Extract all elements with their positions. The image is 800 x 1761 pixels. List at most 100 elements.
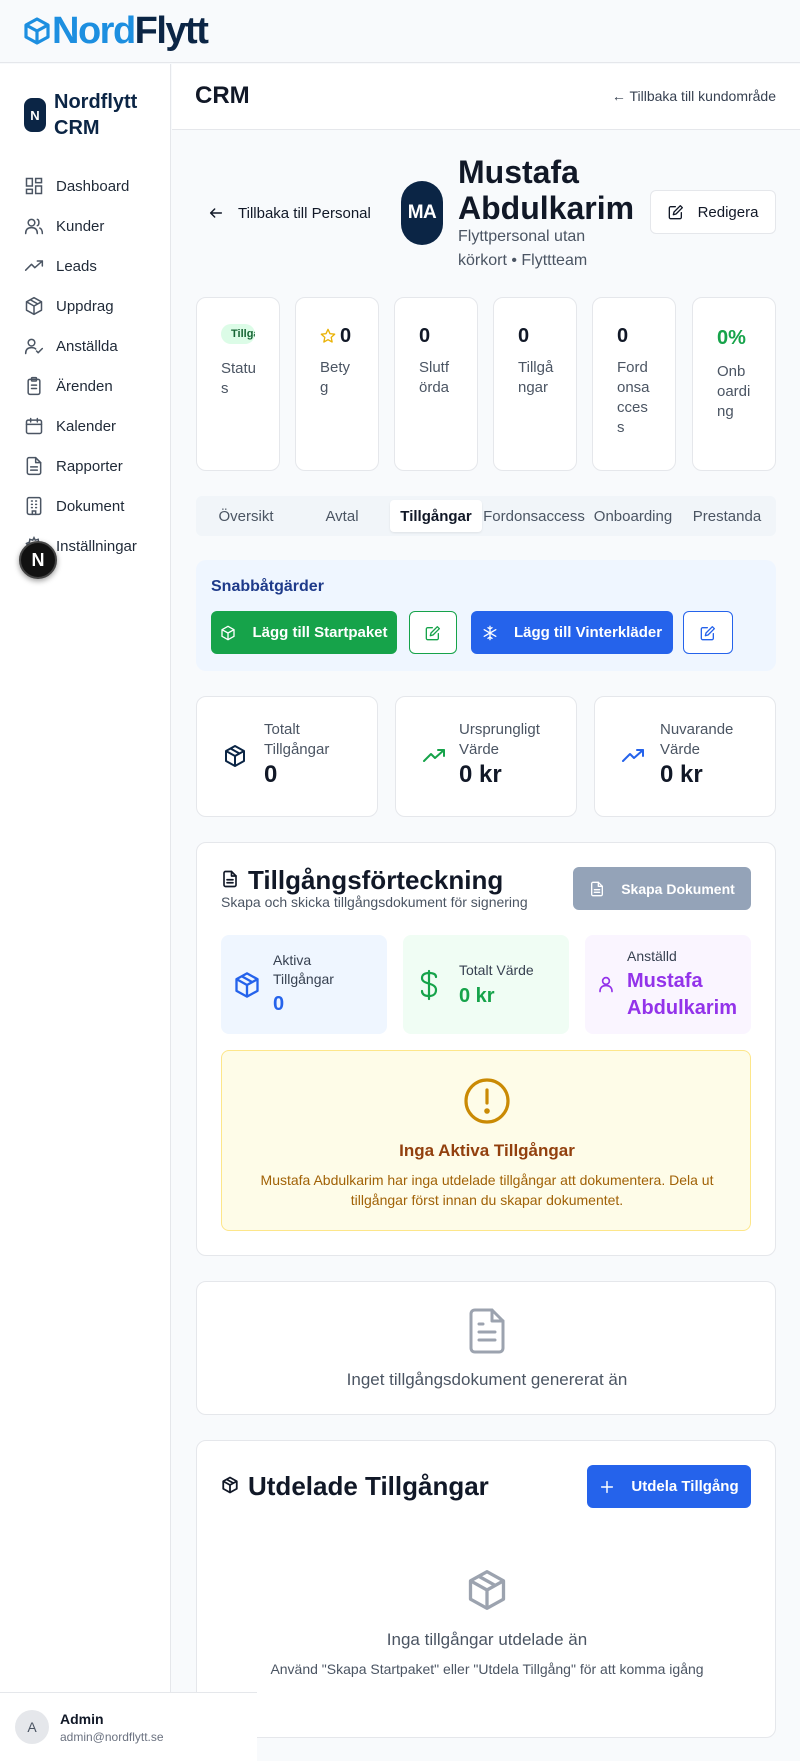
stat-label: Onboarding bbox=[717, 363, 751, 420]
stat-value: 0 bbox=[419, 325, 431, 347]
trending-up-icon bbox=[24, 260, 44, 271]
tab-bar: Översikt Avtal Tillgångar Fordonsaccess … bbox=[196, 496, 776, 536]
sidebar-item-label: Kunder bbox=[56, 217, 105, 235]
sidebar-item-leads[interactable]: Leads bbox=[24, 246, 137, 286]
sidebar-item-dokument[interactable]: Dokument bbox=[24, 486, 137, 526]
tab-fordonsaccess[interactable]: Fordonsaccess bbox=[483, 500, 585, 532]
tab-tillgangar[interactable]: Tillgångar bbox=[390, 500, 482, 532]
employee-value: Mustafa Abdulkarim bbox=[627, 970, 738, 1019]
sidebar-item-label: Rapporter bbox=[56, 457, 123, 475]
user-icon bbox=[599, 976, 613, 993]
edit-label: Redigera bbox=[697, 203, 759, 221]
summary-card-original-value: Ursprungligt Värde 0 kr bbox=[395, 696, 577, 817]
arrow-left-icon bbox=[209, 208, 223, 218]
calendar-icon bbox=[25, 417, 43, 435]
sidebar-item-kalender[interactable]: Kalender bbox=[24, 406, 137, 446]
stat-value: 0% bbox=[717, 327, 746, 349]
sidebar-item-kunder[interactable]: Kunder bbox=[24, 206, 137, 246]
sidebar-item-label: Dokument bbox=[56, 497, 125, 515]
snowflake-icon bbox=[483, 625, 497, 640]
trending-up-icon bbox=[622, 749, 644, 762]
building-icon bbox=[26, 496, 42, 516]
handed-out-assets-card: Utdelade Tillgångar Utdela Tillgång Inga… bbox=[196, 1440, 776, 1738]
asset-register-title: Tillgångsförteckning bbox=[248, 865, 504, 895]
add-starter-pack-button[interactable]: Lägg till Startpaket bbox=[211, 611, 397, 654]
sidebar-item-dashboard[interactable]: Dashboard bbox=[24, 166, 137, 206]
package-icon bbox=[235, 972, 259, 998]
dollar-icon bbox=[420, 969, 438, 1001]
employee-label: Anställd bbox=[627, 948, 677, 964]
stat-card-onboarding: 0% Onboarding bbox=[692, 297, 776, 471]
tab-onboarding[interactable]: Onboarding bbox=[586, 500, 680, 532]
sidebar-item-label: Dashboard bbox=[56, 177, 130, 195]
stat-card-rating: 0 Betyg bbox=[295, 297, 379, 471]
total-value-value: 0 kr bbox=[459, 985, 495, 1007]
sidebar-item-arenden[interactable]: Ärenden bbox=[24, 366, 137, 406]
sidebar-user[interactable]: A Admin admin@nordflytt.se bbox=[0, 1692, 257, 1761]
quick-actions-panel: Snabbåtgärder Lägg till Startpaket Lägg … bbox=[196, 560, 776, 671]
sidebar-item-label: Ärenden bbox=[56, 377, 113, 395]
sidebar: N Nordflytt CRM Dashboard Kunder Leads U… bbox=[0, 64, 171, 1761]
avatar: A bbox=[15, 1710, 49, 1744]
stat-label: Tillgångar bbox=[518, 359, 554, 396]
back-to-customer-area-link[interactable]: ← Tillbaka till kundområde bbox=[612, 88, 776, 104]
package-icon bbox=[25, 296, 43, 316]
alert-circle-icon bbox=[464, 1078, 510, 1124]
top-bar: NordFlytt bbox=[0, 0, 800, 63]
total-value-box: Totalt Värde 0 kr bbox=[403, 935, 569, 1034]
file-text-icon bbox=[26, 456, 42, 476]
file-text-icon bbox=[591, 881, 604, 896]
edit-button[interactable]: Redigera bbox=[650, 190, 776, 234]
tab-prestanda[interactable]: Prestanda bbox=[682, 500, 772, 532]
sidebar-item-anstallda[interactable]: Anställda bbox=[24, 326, 137, 366]
no-active-assets-alert: Inga Aktiva Tillgångar Mustafa Abdulkari… bbox=[221, 1050, 751, 1231]
sidebar-item-label: Anställda bbox=[56, 337, 118, 355]
logo-flytt-text: Flytt bbox=[134, 10, 209, 52]
package-icon bbox=[221, 625, 236, 640]
quick-actions-title: Snabbåtgärder bbox=[211, 578, 324, 595]
star-icon bbox=[320, 328, 336, 343]
empty-state-title: Inga tillgångar utdelade än bbox=[386, 1630, 588, 1649]
status-badge: Tillgänglig bbox=[221, 324, 255, 344]
handed-out-assets-title: Utdelade Tillgångar bbox=[248, 1471, 489, 1501]
tab-oversikt[interactable]: Översikt bbox=[200, 500, 292, 532]
asset-register-card: Tillgångsförteckning Skapa och skicka ti… bbox=[196, 842, 776, 1256]
stat-label: Slutförda bbox=[419, 359, 450, 396]
stat-card-assets: 0 Tillgångar bbox=[493, 297, 577, 471]
create-document-button[interactable]: Skapa Dokument bbox=[573, 867, 751, 910]
sidebar-nav: Dashboard Kunder Leads Uppdrag Anställda… bbox=[24, 166, 137, 566]
edit-icon bbox=[668, 205, 683, 220]
tab-avtal[interactable]: Avtal bbox=[296, 500, 388, 532]
edit-winter-clothes-button[interactable] bbox=[683, 611, 733, 654]
sidebar-item-label: Leads bbox=[56, 257, 97, 275]
active-assets-box: Aktiva Tillgångar 0 bbox=[221, 935, 387, 1034]
user-name: Admin bbox=[60, 1711, 104, 1727]
summary-label: Ursprungligt Värde bbox=[459, 721, 540, 758]
nordflytt-logo[interactable]: NordFlytt bbox=[24, 12, 209, 50]
edit-starter-pack-button[interactable] bbox=[409, 611, 457, 654]
logo-nord-text: Nord bbox=[52, 10, 136, 52]
back-to-personal-button[interactable]: Tillbaka till Personal bbox=[196, 196, 371, 230]
stat-label: Status bbox=[221, 360, 257, 397]
page-title: CRM bbox=[195, 82, 250, 109]
plus-icon bbox=[601, 1480, 614, 1493]
sidebar-item-rapporter[interactable]: Rapporter bbox=[24, 446, 137, 486]
add-winter-clothes-button[interactable]: Lägg till Vinterkläder bbox=[471, 611, 673, 654]
file-text-icon bbox=[223, 870, 237, 888]
profile-avatar: MA bbox=[401, 181, 443, 245]
summary-label: Totalt Tillgångar bbox=[264, 721, 330, 758]
edit-icon bbox=[425, 625, 440, 640]
sidebar-brand[interactable]: N Nordflytt CRM bbox=[24, 89, 174, 141]
summary-card-total-assets: Totalt Tillgångar 0 bbox=[196, 696, 378, 817]
assign-asset-button[interactable]: Utdela Tillgång bbox=[587, 1465, 751, 1508]
summary-label: Nuvarande Värde bbox=[660, 721, 734, 758]
summary-value: 0 kr bbox=[660, 761, 703, 788]
profile-subtitle: Flyttpersonal utan körkort • Flyttteam bbox=[458, 228, 588, 269]
floating-n-badge[interactable]: N bbox=[19, 541, 57, 579]
sidebar-item-uppdrag[interactable]: Uppdrag bbox=[24, 286, 137, 326]
brand-badge: N bbox=[24, 98, 46, 132]
package-icon bbox=[468, 1570, 506, 1610]
profile-name: Mustafa Abdulkarim bbox=[458, 154, 635, 226]
stat-value: 0 bbox=[518, 325, 530, 347]
file-text-icon bbox=[469, 1308, 505, 1354]
